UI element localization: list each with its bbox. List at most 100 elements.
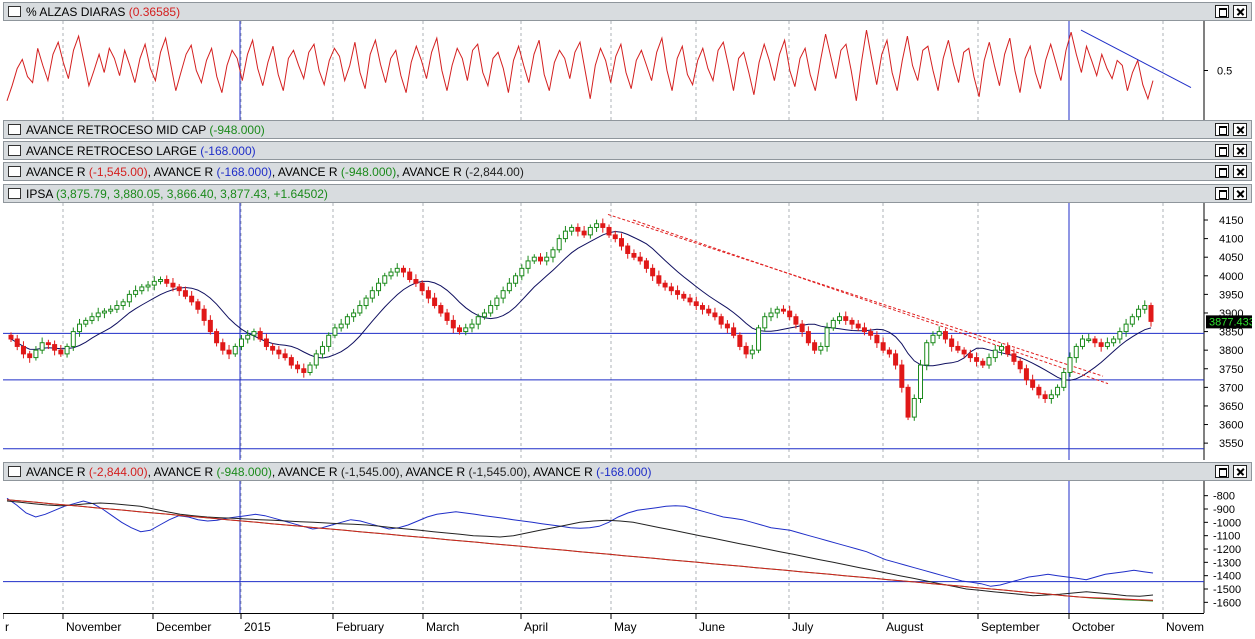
avance-ytick-label: -800	[1213, 491, 1235, 503]
ipsa-candle-body	[226, 349, 232, 355]
avance-ytick-label: -1300	[1213, 557, 1241, 569]
multi-avance-maximize-button[interactable]	[1215, 165, 1229, 178]
ipsa-candle-body	[20, 345, 26, 355]
ipsa-candle-body	[837, 316, 843, 321]
x-tick-label: August	[886, 620, 924, 634]
ipsa-candle-body	[450, 319, 456, 329]
ipsa-candle-body	[369, 290, 375, 299]
alzas-trendline	[1080, 29, 1192, 88]
ipsa-candle-body	[998, 345, 1004, 351]
avance-title: AVANCE R (-2,844.00), AVANCE R (-948.000…	[26, 465, 651, 479]
ipsa-candle-body	[643, 260, 649, 269]
avance-close-button[interactable]	[1233, 465, 1247, 478]
ipsa-candle-body	[438, 305, 444, 314]
ipsa-candle-body	[133, 290, 139, 295]
avance-ytick-label: -1100	[1213, 531, 1240, 543]
ipsa-candle-body	[531, 256, 537, 262]
ipsa-candle-body	[164, 279, 170, 284]
mid-cap-maximize-button[interactable]	[1215, 123, 1229, 136]
ipsa-candle-body	[238, 338, 244, 347]
ipsa-candle-body	[1073, 345, 1079, 359]
alzas-series-line	[6, 30, 1154, 101]
alzas-pane-checkbox[interactable]	[8, 6, 21, 17]
ipsa-candle-body	[189, 295, 195, 303]
ipsa-candle-body	[14, 338, 20, 347]
alzas-maximize-button[interactable]	[1215, 5, 1229, 18]
multi-series-value: (-948.000)	[340, 164, 397, 179]
ipsa-candle-body	[1067, 357, 1073, 373]
mid-cap-checkbox[interactable]	[8, 124, 21, 135]
avance-series-value: (-948.000)	[216, 464, 272, 479]
ipsa-candle-body	[556, 238, 562, 251]
ipsa-candle-body	[606, 226, 612, 236]
ipsa-candle-body	[77, 323, 83, 333]
ipsa-candle-body	[214, 331, 220, 344]
mid-cap-pane-header: AVANCE RETROCESO MID CAP (-948.000)	[3, 120, 1252, 139]
ipsa-candle-body	[444, 312, 450, 321]
ipsa-candle-body	[307, 364, 313, 373]
ipsa-candle-body	[731, 327, 737, 336]
ipsa-candle-body	[469, 323, 475, 329]
avance-maximize-button[interactable]	[1215, 465, 1229, 478]
ipsa-candle-body	[880, 342, 886, 351]
multi-series-name: AVANCE R	[153, 164, 217, 179]
ipsa-ytick-label: 3700	[1219, 382, 1243, 394]
large-close-button[interactable]	[1233, 144, 1247, 157]
large-maximize-button[interactable]	[1215, 144, 1229, 157]
ipsa-candle-body	[376, 282, 382, 292]
ipsa-candle-body	[793, 316, 799, 325]
mid-cap-title: AVANCE RETROCESO MID CAP	[26, 122, 207, 137]
ipsa-candle-body	[562, 230, 568, 240]
ipsa-candle-body	[64, 345, 70, 355]
multi-series-name: AVANCE R	[277, 164, 341, 179]
ipsa-chart: 3550360036503700375038003850390039504000…	[3, 203, 1252, 460]
ipsa-candle-body	[980, 360, 986, 366]
ipsa-candle-body	[699, 305, 705, 310]
ipsa-candle-body	[457, 327, 463, 333]
ipsa-candle-body	[575, 226, 581, 232]
ipsa-candle-body	[126, 293, 132, 303]
ipsa-candle-body	[139, 286, 145, 292]
alzas-pane-header: % ALZAS DIARAS (0.36585)	[3, 2, 1252, 21]
ipsa-candle-body	[1017, 360, 1023, 370]
ipsa-candle-body	[413, 279, 419, 284]
ipsa-candle-body	[108, 308, 114, 312]
ipsa-candle-body	[668, 286, 674, 292]
ipsa-candle-body	[693, 301, 699, 307]
ipsa-candle-body	[905, 386, 911, 418]
ipsa-maximize-button[interactable]	[1215, 187, 1229, 200]
avance-series-name: AVANCE R	[533, 464, 597, 479]
ipsa-candle-body	[344, 316, 350, 325]
x-axis: r November December 2015 February March April M…	[3, 613, 1204, 634]
ipsa-checkbox[interactable]	[8, 188, 21, 199]
ipsa-candle-body	[650, 267, 656, 277]
ipsa-close-button[interactable]	[1233, 187, 1247, 200]
mid-cap-close-button[interactable]	[1233, 123, 1247, 136]
ipsa-candle-body	[220, 342, 226, 351]
ipsa-candle-body	[824, 327, 830, 347]
x-tick-label: September	[981, 620, 1040, 634]
x-tick-label: r	[5, 620, 9, 634]
ipsa-candle-body	[1123, 323, 1129, 333]
avance-checkbox[interactable]	[8, 466, 21, 477]
ipsa-candle-body	[301, 368, 307, 373]
ipsa-candle-body	[843, 316, 849, 321]
alzas-close-button[interactable]	[1233, 5, 1247, 18]
multi-series-name: AVANCE R	[402, 164, 466, 179]
large-checkbox[interactable]	[8, 145, 21, 156]
ipsa-candle-body	[513, 275, 519, 284]
x-tick-label: May	[614, 620, 637, 634]
ipsa-candle-body	[394, 267, 400, 273]
ipsa-title: IPSA	[26, 186, 53, 201]
ipsa-candle-body	[70, 331, 76, 347]
multi-avance-close-button[interactable]	[1233, 165, 1247, 178]
multi-avance-checkbox[interactable]	[8, 166, 21, 177]
ipsa-candle-body	[288, 357, 294, 366]
ipsa-ytick-label: 3650	[1219, 401, 1243, 413]
large-pane-header: AVANCE RETROCESO LARGE (-168.000)	[3, 141, 1252, 160]
ipsa-candle-body	[818, 345, 824, 351]
multi-series-value: (-2,844.00)	[465, 164, 524, 179]
ipsa-candle-body	[955, 345, 961, 351]
avance-series-name: AVANCE R	[153, 464, 217, 479]
x-tick-label: February	[336, 620, 384, 634]
